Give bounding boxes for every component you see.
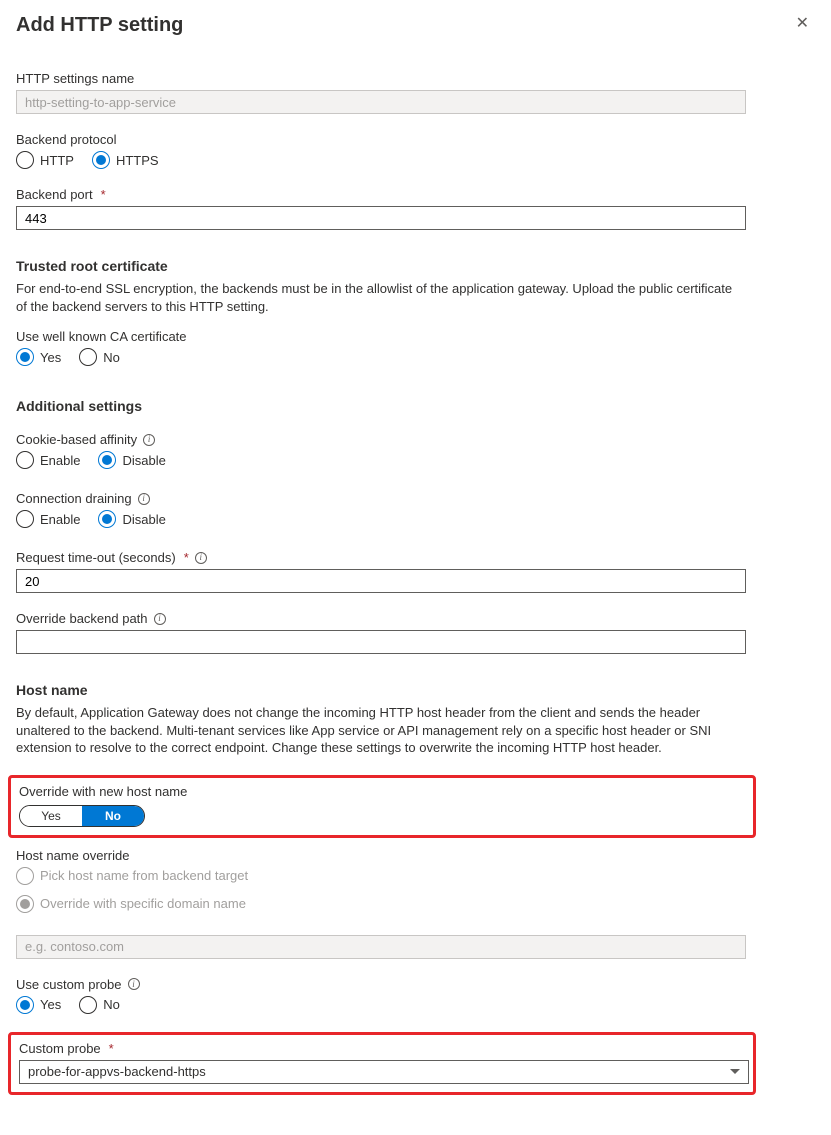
override-new-host-toggle[interactable]: Yes No [19,805,145,827]
use-custom-probe-no-radio[interactable]: No [79,996,120,1014]
trusted-root-cert-help: For end-to-end SSL encryption, the backe… [16,280,746,315]
page-title: Add HTTP setting [16,14,183,37]
host-override-domain-input[interactable] [16,935,746,959]
radio-circle-icon [98,510,116,528]
custom-probe-label: Custom probe* [19,1041,745,1056]
required-asterisk: * [109,1041,114,1056]
http-settings-name-input[interactable] [16,90,746,114]
http-settings-name-label: HTTP settings name [16,71,815,86]
use-custom-probe-label: Use custom probe i [16,977,815,992]
use-custom-probe-yes-radio[interactable]: Yes [16,996,61,1014]
chevron-down-icon [730,1069,740,1074]
required-asterisk: * [101,187,106,202]
connection-draining-label: Connection draining i [16,491,815,506]
radio-label: HTTPS [116,153,159,168]
custom-probe-select[interactable]: probe-for-appvs-backend-https [19,1060,749,1084]
info-icon[interactable]: i [195,552,207,564]
override-new-host-label: Override with new host name [19,784,745,799]
override-new-host-no[interactable]: No [82,806,144,826]
radio-circle-icon [16,510,34,528]
radio-label: Enable [40,453,80,468]
backend-protocol-label: Backend protocol [16,132,815,147]
radio-label: Pick host name from backend target [40,868,248,883]
host-name-heading: Host name [16,682,815,698]
custom-probe-value: probe-for-appvs-backend-https [28,1064,206,1079]
radio-circle-icon [16,867,34,885]
radio-circle-icon [79,996,97,1014]
radio-label: Yes [40,350,61,365]
override-new-host-yes[interactable]: Yes [20,806,82,826]
cookie-affinity-enable-radio[interactable]: Enable [16,451,80,469]
radio-circle-icon [98,451,116,469]
radio-label: HTTP [40,153,74,168]
additional-settings-heading: Additional settings [16,398,815,414]
backend-port-input[interactable] [16,206,746,230]
radio-circle-icon [16,895,34,913]
required-asterisk: * [184,550,189,565]
override-backend-path-label: Override backend path i [16,611,815,626]
info-icon[interactable]: i [154,613,166,625]
radio-label: Yes [40,997,61,1012]
radio-circle-icon [16,451,34,469]
trusted-root-cert-heading: Trusted root certificate [16,258,815,274]
info-icon[interactable]: i [143,434,155,446]
cookie-affinity-disable-radio[interactable]: Disable [98,451,165,469]
use-well-known-ca-label: Use well known CA certificate [16,329,815,344]
backend-protocol-http-radio[interactable]: HTTP [16,151,74,169]
radio-label: Override with specific domain name [40,896,246,911]
info-icon[interactable]: i [128,978,140,990]
connection-draining-disable-radio[interactable]: Disable [98,510,165,528]
radio-circle-icon [79,348,97,366]
request-timeout-input[interactable] [16,569,746,593]
radio-label: No [103,997,120,1012]
radio-circle-icon [16,151,34,169]
radio-label: Enable [40,512,80,527]
well-known-ca-no-radio[interactable]: No [79,348,120,366]
radio-circle-icon [92,151,110,169]
info-icon[interactable]: i [138,493,150,505]
backend-port-label: Backend port* [16,187,815,202]
radio-label: Disable [122,512,165,527]
host-name-help: By default, Application Gateway does not… [16,704,746,757]
override-host-highlight: Override with new host name Yes No [8,775,756,838]
override-backend-path-input[interactable] [16,630,746,654]
request-timeout-label: Request time-out (seconds)* i [16,550,815,565]
host-name-override-label: Host name override [16,848,815,863]
well-known-ca-yes-radio[interactable]: Yes [16,348,61,366]
host-override-pick-radio: Pick host name from backend target [16,867,815,885]
host-override-specific-radio: Override with specific domain name [16,895,815,913]
backend-protocol-https-radio[interactable]: HTTPS [92,151,159,169]
radio-label: Disable [122,453,165,468]
close-icon[interactable]: ✕ [790,14,815,34]
radio-circle-icon [16,996,34,1014]
radio-circle-icon [16,348,34,366]
connection-draining-enable-radio[interactable]: Enable [16,510,80,528]
radio-label: No [103,350,120,365]
custom-probe-highlight: Custom probe* probe-for-appvs-backend-ht… [8,1032,756,1095]
cookie-affinity-label: Cookie-based affinity i [16,432,815,447]
